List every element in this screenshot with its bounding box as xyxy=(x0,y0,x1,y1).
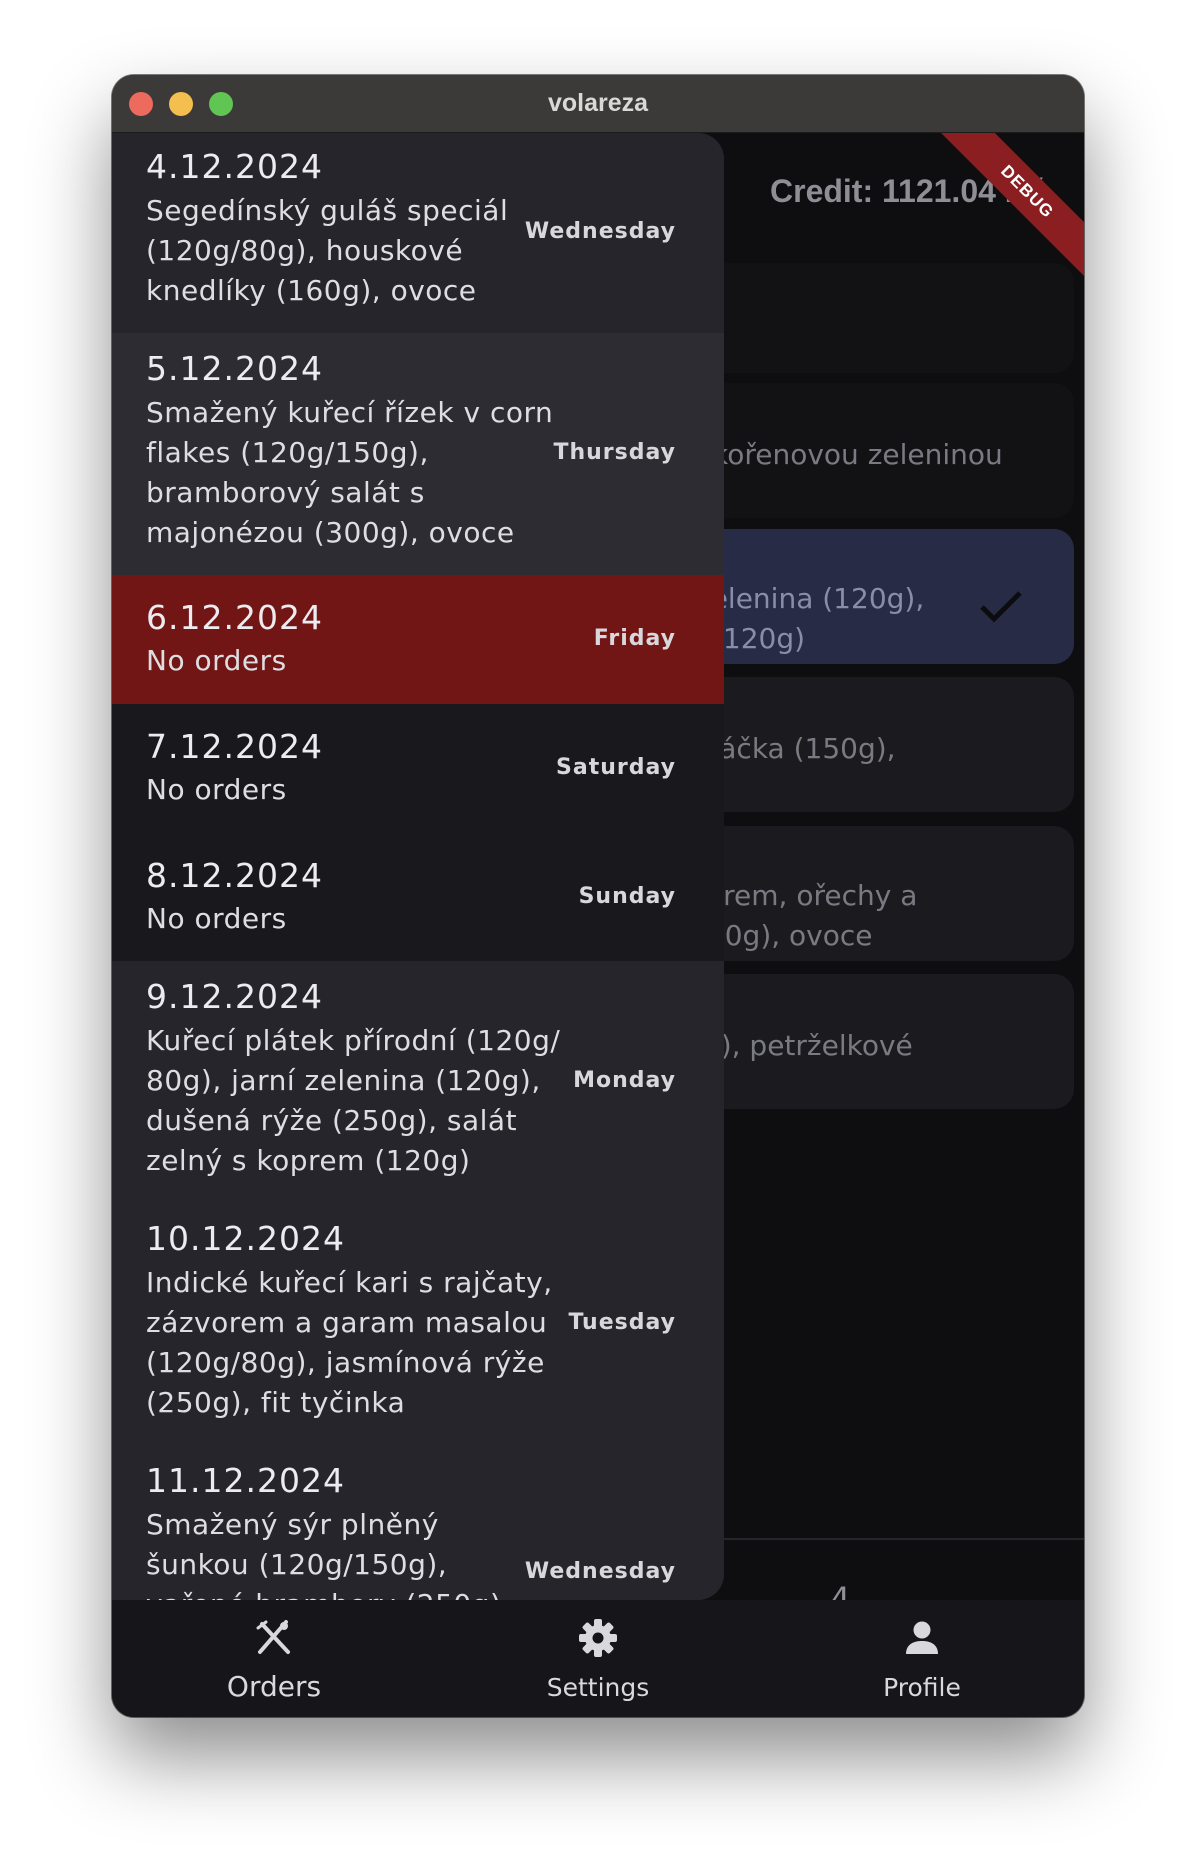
background-order-card[interactable]: máčka (150g), xyxy=(692,677,1074,812)
day-list-item[interactable]: 4.12.2024 Segedínský guláš speciál (120g… xyxy=(112,133,724,333)
day-date: 9.12.2024 xyxy=(146,977,323,1016)
day-date: 4.12.2024 xyxy=(146,147,323,186)
main-content: Credit: 1121.04 Kč kořenovou zeleninou z… xyxy=(112,133,1084,1600)
background-order-card[interactable]: g)), petrželkové xyxy=(692,974,1074,1109)
day-list-item[interactable]: 9.12.2024 Kuřecí plátek přírodní (120g/ … xyxy=(112,961,724,1203)
nav-settings-label: Settings xyxy=(546,1673,650,1702)
nav-profile[interactable]: Profile xyxy=(760,1600,1084,1717)
background-card-text: sýrem, ořechy a xyxy=(692,879,918,912)
background-card-text: (60g), ovoce xyxy=(696,919,873,952)
day-weekday: Friday xyxy=(593,626,676,651)
day-meal: Segedínský guláš speciál (120g/80g), hou… xyxy=(146,194,509,307)
app-window: volareza Credit: 1121.04 Kč kořenovou ze… xyxy=(112,75,1084,1717)
day-date: 11.12.2024 xyxy=(146,1461,345,1500)
day-weekday: Monday xyxy=(573,1068,676,1093)
day-list-item[interactable]: 7.12.2024 No orders Saturday xyxy=(112,704,724,833)
day-weekday: Tuesday xyxy=(568,1310,676,1335)
day-meal: No orders xyxy=(146,773,287,806)
day-date: 7.12.2024 xyxy=(146,727,323,766)
fork-knife-crossed-icon xyxy=(256,1620,290,1654)
nav-profile-label: Profile xyxy=(883,1673,961,1702)
nav-orders[interactable]: Orders xyxy=(112,1600,436,1717)
bottom-navigation: Orders Settings Profile xyxy=(112,1600,1084,1717)
background-card-empty xyxy=(692,263,1074,373)
background-order-card[interactable]: kořenovou zeleninou xyxy=(692,383,1074,518)
background-card-text: kořenovou zeleninou xyxy=(712,438,1003,471)
day-meal: Smažený sýr plněný šunkou (120g/150g), v… xyxy=(146,1508,510,1600)
background-card-text: máčka (150g), xyxy=(692,732,896,765)
date-select-value[interactable]: 4 xyxy=(830,1580,850,1600)
day-date: 8.12.2024 xyxy=(146,856,323,895)
day-list-item[interactable]: 5.12.2024 Smažený kuřecí řízek v corn fl… xyxy=(112,333,724,575)
nav-settings[interactable]: Settings xyxy=(436,1600,760,1717)
day-weekday: Wednesday xyxy=(524,1559,676,1584)
day-drawer: 4.12.2024 Segedínský guláš speciál (120g… xyxy=(112,133,724,1600)
day-meal: Smažený kuřecí řízek v corn flakes (120g… xyxy=(146,396,554,549)
day-date: 5.12.2024 xyxy=(146,349,323,388)
day-meal: No orders xyxy=(146,644,287,677)
day-meal: No orders xyxy=(146,902,287,935)
divider xyxy=(692,1538,1084,1540)
day-weekday: Sunday xyxy=(578,884,676,909)
background-order-card[interactable]: sýrem, ořechy a (60g), ovoce xyxy=(692,826,1074,961)
day-meal: Kuřecí plátek přírodní (120g/ 80g), jarn… xyxy=(146,1024,561,1177)
day-date: 10.12.2024 xyxy=(146,1219,345,1258)
day-weekday: Saturday xyxy=(556,755,676,780)
day-meal: Indické kuřecí kari s rajčaty, zázvorem … xyxy=(146,1266,553,1419)
day-list-item-today[interactable]: 6.12.2024 No orders Friday xyxy=(112,575,724,704)
day-weekday: Thursday xyxy=(553,440,676,465)
checkmark-icon xyxy=(980,591,1022,623)
person-icon xyxy=(906,1621,938,1654)
nav-orders-label: Orders xyxy=(226,1670,322,1703)
day-list-item[interactable]: 11.12.2024 Smažený sýr plněný šunkou (12… xyxy=(112,1445,724,1600)
day-list-item[interactable]: 10.12.2024 Indické kuřecí kari s rajčaty… xyxy=(112,1203,724,1445)
gear-icon xyxy=(579,1619,617,1657)
background-card-text: g)), petrželkové xyxy=(692,1029,913,1062)
title-bar: volareza xyxy=(112,75,1084,133)
day-date: 6.12.2024 xyxy=(146,598,323,637)
day-weekday: Wednesday xyxy=(524,219,676,244)
window-title: volareza xyxy=(547,89,649,117)
background-order-card-selected[interactable]: zelenina (120g), (120g) xyxy=(692,529,1074,664)
day-list-item[interactable]: 8.12.2024 No orders Sunday xyxy=(112,833,724,961)
